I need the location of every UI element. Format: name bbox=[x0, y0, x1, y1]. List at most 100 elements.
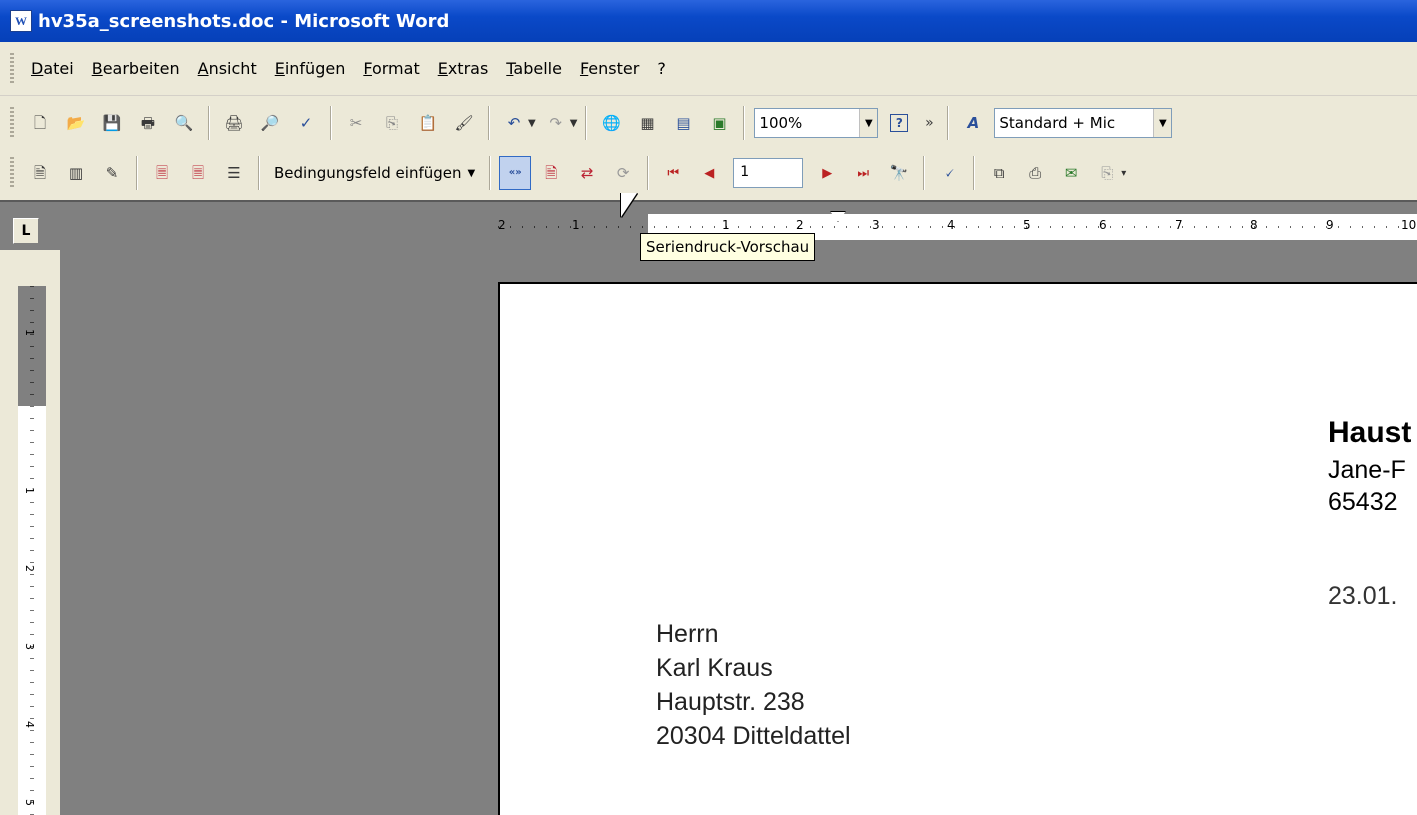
sender-name: Haust bbox=[1328, 416, 1412, 449]
merge-to-new-document-button[interactable]: ⧉ bbox=[983, 156, 1015, 190]
cut-button[interactable]: ✂ bbox=[340, 106, 372, 140]
recipient-city: 20304 Ditteldattel bbox=[656, 722, 851, 750]
horizontal-ruler[interactable]: 2 1 1 2 3 4 5 6 7 8 9 10 bbox=[498, 211, 1417, 240]
permission-icon: 🖶 bbox=[140, 113, 156, 132]
toolbar-separator bbox=[647, 156, 650, 190]
vruler-number: 1 bbox=[23, 329, 36, 336]
toolbar-separator bbox=[585, 106, 588, 140]
styles-formatting-button[interactable]: A bbox=[957, 106, 989, 140]
menu-ansicht[interactable]: Ansicht bbox=[189, 59, 266, 78]
vertical-ruler[interactable]: 1 1 2 3 4 5 bbox=[18, 286, 46, 815]
menu-grip-handle[interactable] bbox=[10, 52, 14, 85]
check-errors-button[interactable]: 🗸 bbox=[933, 156, 965, 190]
print-preview-button[interactable]: 🔎 bbox=[254, 106, 286, 140]
merge-to-fax-button[interactable]: ⎘ bbox=[1091, 156, 1123, 190]
toolbar-separator bbox=[136, 156, 138, 190]
menu-bearbeiten[interactable]: Bearbeiten bbox=[83, 59, 189, 78]
merge-to-email-button[interactable]: ✉ bbox=[1055, 156, 1087, 190]
menu-help[interactable]: ? bbox=[648, 59, 675, 78]
word-app-icon[interactable]: W bbox=[10, 10, 32, 32]
merge-fields-icon: ☰ bbox=[227, 163, 241, 182]
propagate-labels-icon: ⟳ bbox=[616, 163, 630, 182]
main-document-setup-button[interactable]: 🗎 bbox=[24, 156, 56, 190]
next-record-button[interactable]: ▶ bbox=[811, 156, 843, 190]
view-merged-data-button[interactable]: «» bbox=[499, 156, 532, 190]
open-button[interactable]: 📂 bbox=[60, 106, 92, 140]
toolbar-separator bbox=[489, 156, 492, 190]
ruler-number: 8 bbox=[1250, 218, 1258, 232]
help-button[interactable]: ? bbox=[883, 106, 915, 140]
merge-to-printer-button[interactable]: ⎙ bbox=[1019, 156, 1051, 190]
merge-printer-icon: ⎙ bbox=[1029, 163, 1042, 182]
format-painter-button[interactable]: 🖌 bbox=[448, 106, 480, 140]
toolbar-grip-handle[interactable] bbox=[10, 107, 14, 139]
check-errors-icon: 🗸 bbox=[943, 163, 955, 182]
save-button[interactable]: 💾 bbox=[96, 106, 128, 140]
permission-button[interactable]: 🖶 bbox=[132, 106, 164, 140]
menu-tabelle[interactable]: Tabelle bbox=[497, 59, 571, 78]
sender-city: 65432 bbox=[1328, 488, 1398, 516]
tables-borders-button[interactable]: ▦ bbox=[631, 106, 663, 140]
insert-word-field-dropdown-icon: ▼ bbox=[467, 167, 476, 179]
propagate-labels-button[interactable]: ⟳ bbox=[607, 156, 639, 190]
document-page[interactable]: Haust Jane-F 65432 23.01. Herrn Karl Kra… bbox=[498, 282, 1417, 815]
open-data-source-button[interactable]: ▥ bbox=[60, 156, 92, 190]
insert-address-block-button[interactable]: 🗏 bbox=[146, 156, 178, 190]
highlight-merge-fields-button[interactable]: 🗎 bbox=[535, 156, 567, 190]
toolbar-overflow-button[interactable]: » bbox=[919, 106, 939, 140]
spelling-button[interactable]: ✓ bbox=[290, 106, 322, 140]
redo-button[interactable]: ↷ bbox=[540, 106, 572, 140]
zoom-dropdown-arrow-icon[interactable]: ▼ bbox=[859, 109, 878, 137]
toolbar-separator bbox=[743, 106, 746, 140]
tooltip: Seriendruck-Vorschau bbox=[640, 233, 816, 261]
toolbar-grip-handle[interactable] bbox=[10, 157, 14, 189]
vruler-number: 2 bbox=[23, 565, 36, 572]
menu-einfuegen[interactable]: Einfügen bbox=[266, 59, 355, 78]
vruler-number: 3 bbox=[23, 643, 36, 650]
zoom-combo[interactable]: 100% ▼ bbox=[754, 108, 879, 138]
redo-dropdown-arrow-icon[interactable]: ▼ bbox=[570, 118, 578, 129]
style-combo[interactable]: Standard + Mic ▼ bbox=[994, 108, 1173, 138]
undo-dropdown-arrow-icon[interactable]: ▼ bbox=[528, 118, 536, 129]
insert-greeting-line-button[interactable]: 🗏 bbox=[182, 156, 214, 190]
vertical-ruler-ticks bbox=[30, 286, 34, 815]
menu-extras[interactable]: Extras bbox=[429, 59, 498, 78]
redo-icon: ↷ bbox=[549, 113, 562, 132]
toolbar-separator bbox=[330, 106, 332, 140]
style-dropdown-arrow-icon[interactable]: ▼ bbox=[1153, 109, 1172, 137]
highlight-fields-icon: 🗎 bbox=[545, 163, 558, 182]
menu-datei[interactable]: Datei bbox=[22, 59, 83, 78]
toolbar-options-dropdown-icon[interactable]: ▾ bbox=[1121, 168, 1126, 179]
print-button[interactable]: 🖨 bbox=[218, 106, 250, 140]
new-document-button[interactable]: 🗋 bbox=[24, 106, 56, 140]
insert-table-button[interactable]: ▤ bbox=[667, 106, 699, 140]
last-record-button[interactable]: ⏭ bbox=[847, 156, 879, 190]
merge-new-doc-icon: ⧉ bbox=[993, 163, 1005, 182]
vruler-number: 4 bbox=[23, 721, 36, 728]
record-number-input[interactable]: 1 bbox=[733, 158, 804, 188]
research-button[interactable]: 🔍 bbox=[168, 106, 200, 140]
ruler-number: 1 bbox=[572, 218, 580, 232]
copy-icon: ⎘ bbox=[385, 113, 398, 132]
insert-excel-button[interactable]: ▣ bbox=[703, 106, 735, 140]
copy-button[interactable]: ⎘ bbox=[376, 106, 408, 140]
insert-word-field-button[interactable]: Bedingungsfeld einfügen ▼ bbox=[266, 164, 483, 182]
paste-button[interactable]: 📋 bbox=[412, 106, 444, 140]
first-line-indent-marker[interactable] bbox=[830, 211, 846, 222]
undo-button[interactable]: ↶ bbox=[498, 106, 530, 140]
edit-recipients-button[interactable]: ✎ bbox=[96, 156, 128, 190]
toolbar-separator bbox=[258, 156, 260, 190]
first-record-button[interactable]: ⏮ bbox=[657, 156, 689, 190]
tab-stop-selector[interactable]: L bbox=[13, 218, 39, 244]
mouse-pointer-icon bbox=[621, 193, 637, 217]
menu-format[interactable]: Format bbox=[354, 59, 428, 78]
menu-fenster[interactable]: Fenster bbox=[571, 59, 648, 78]
toolbar-separator bbox=[208, 106, 210, 140]
vruler-number: 1 bbox=[23, 487, 36, 494]
hyperlink-button[interactable]: 🌐 bbox=[595, 106, 627, 140]
match-fields-button[interactable]: ⇄ bbox=[571, 156, 603, 190]
previous-record-button[interactable]: ◀ bbox=[693, 156, 725, 190]
find-entry-button[interactable]: 🔭 bbox=[883, 156, 915, 190]
insert-merge-fields-button[interactable]: ☰ bbox=[218, 156, 250, 190]
brush-icon: 🖌 bbox=[454, 113, 474, 132]
